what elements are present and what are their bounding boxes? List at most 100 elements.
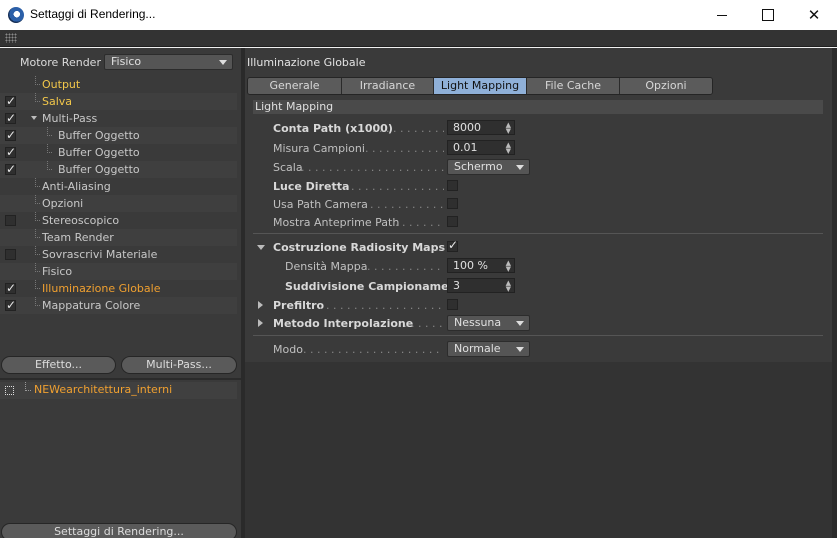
grip-icon[interactable]	[5, 33, 17, 43]
enable-checkbox[interactable]	[5, 93, 16, 110]
tab-opzioni[interactable]: Opzioni	[620, 78, 712, 94]
tree-item-buffer-oggetto[interactable]: Buffer Oggetto	[0, 144, 237, 161]
tree-line	[35, 212, 40, 221]
prefiltro-checkbox[interactable]	[447, 299, 458, 310]
effect-button[interactable]: Effetto...	[1, 356, 116, 374]
metodo-interpolazione-row: Metodo Interpolazione . . . . . . . . Ne…	[245, 315, 805, 332]
expand-triangle-icon[interactable]	[258, 301, 263, 309]
mostra-anteprime-row: Mostra Anteprime Path . . . . . . . .	[245, 214, 805, 231]
tree-line	[35, 93, 40, 102]
field-value: 8000	[453, 121, 481, 134]
param-label: Prefiltro	[273, 299, 325, 312]
close-button[interactable]: ✕	[791, 0, 837, 30]
tree-item-opzioni[interactable]: Opzioni	[0, 195, 237, 212]
dots: . . . .	[421, 241, 444, 254]
preset-icon	[5, 386, 14, 395]
panel-header-strip	[0, 30, 837, 47]
tree-item-illuminazione-globale[interactable]: Illuminazione Globale	[0, 280, 237, 297]
empty-area	[245, 362, 837, 538]
stepper-icon[interactable]: ▲ ▼	[506, 142, 511, 155]
tree-item-stereoscopico[interactable]: Stereoscopico	[0, 212, 237, 229]
luce-diretta-checkbox[interactable]	[447, 180, 458, 191]
group-title: Light Mapping	[253, 100, 823, 114]
tree-item-buffer-oggetto[interactable]: Buffer Oggetto	[0, 127, 237, 144]
dots: . . . . . . . . . . . . . .	[363, 198, 444, 211]
tree-item-label: Buffer Oggetto	[58, 146, 140, 159]
tree-line	[35, 195, 40, 204]
tree-item-sovrascrivi-materiale[interactable]: Sovrascrivi Materiale	[0, 246, 237, 263]
enable-checkbox[interactable]	[5, 215, 16, 226]
maximize-button[interactable]	[745, 0, 791, 30]
tree-line	[25, 382, 31, 391]
dots: . . . . . . . . . . . . . . . . . . . . …	[303, 343, 444, 356]
tree-item-mappatura-colore[interactable]: Mappatura Colore	[0, 297, 237, 314]
param-label: Misura Campioni	[273, 142, 365, 155]
misura-campioni-field[interactable]: 0.01 ▲ ▼	[447, 140, 515, 155]
modo-dropdown[interactable]: Normale	[447, 341, 530, 357]
tree-item-buffer-oggetto[interactable]: Buffer Oggetto	[0, 161, 237, 178]
tree-item-team-render[interactable]: Team Render	[0, 229, 237, 246]
dropdown-value: Normale	[454, 342, 501, 355]
tree-item-output[interactable]: Output	[0, 76, 237, 93]
enable-checkbox[interactable]	[5, 144, 16, 161]
conta-path-field[interactable]: 8000 ▲ ▼	[447, 120, 515, 135]
tab-light-mapping[interactable]: Light Mapping	[434, 78, 527, 94]
tree-item-label: Illuminazione Globale	[42, 282, 161, 295]
dots: . . . . . . . . . . . . .	[372, 122, 444, 135]
costruzione-radiosity-checkbox[interactable]	[447, 238, 458, 252]
param-label: Costruzione Radiosity Maps	[273, 241, 446, 254]
preset-row[interactable]: NEWearchitettura_interni	[0, 382, 237, 399]
enable-checkbox[interactable]	[5, 249, 16, 260]
render-engine-row: Motore Render Fisico	[0, 54, 241, 72]
usa-path-camera-row: Usa Path Camera . . . . . . . . . . . . …	[245, 196, 805, 213]
enable-checkbox[interactable]	[5, 280, 16, 297]
enable-checkbox[interactable]	[5, 161, 16, 178]
dots: . . . . . . . . . . . . . .	[367, 260, 444, 273]
scala-dropdown[interactable]: Schermo	[447, 159, 530, 175]
tree-line	[47, 144, 52, 153]
tree-line	[47, 161, 52, 170]
param-label: Densità Mappa	[285, 260, 368, 273]
tab-file-cache[interactable]: File Cache	[527, 78, 620, 94]
densita-mappa-field[interactable]: 100 % ▲ ▼	[447, 258, 515, 273]
expand-triangle-icon[interactable]	[31, 116, 37, 120]
scrollbar-track[interactable]	[832, 48, 837, 538]
tree-item-multi-pass[interactable]: Multi-Pass	[0, 110, 237, 127]
tree-item-label: Anti-Aliasing	[42, 180, 111, 193]
suddivisione-row: Suddivisione Campionamento 3 ▲ ▼	[245, 278, 805, 295]
dots: . . . . . . . . . . . . . . . . . . . . …	[301, 161, 444, 174]
enable-checkbox[interactable]	[5, 297, 16, 314]
misura-campioni-row: Misura Campioni . . . . . . . . . . . . …	[245, 140, 805, 157]
stepper-icon[interactable]: ▲ ▼	[506, 122, 511, 135]
tree-line	[47, 127, 52, 136]
tree-line	[35, 263, 40, 272]
usa-path-camera-checkbox[interactable]	[447, 198, 458, 209]
minimize-button[interactable]	[699, 0, 745, 30]
render-settings-button[interactable]: Settaggi di Rendering...	[1, 523, 237, 538]
tree-line	[35, 297, 40, 306]
param-label: Mostra Anteprime Path	[273, 216, 400, 229]
mostra-anteprime-checkbox[interactable]	[447, 216, 458, 227]
divider	[253, 335, 823, 336]
tree-item-fisico[interactable]: Fisico	[0, 263, 237, 280]
metodo-interpolazione-dropdown[interactable]: Nessuna	[447, 315, 530, 331]
expand-triangle-icon[interactable]	[258, 319, 263, 327]
suddivisione-field[interactable]: 3 ▲ ▼	[447, 278, 515, 293]
render-engine-value: Fisico	[111, 55, 142, 68]
collapse-triangle-icon[interactable]	[257, 245, 265, 250]
stepper-icon[interactable]: ▲ ▼	[506, 280, 511, 293]
stepper-icon[interactable]: ▲ ▼	[506, 260, 511, 273]
tab-generale[interactable]: Generale	[248, 78, 342, 94]
cinema4d-app-icon	[8, 7, 24, 23]
enable-checkbox[interactable]	[5, 110, 16, 127]
enable-checkbox[interactable]	[5, 127, 16, 144]
luce-diretta-row: Luce Diretta . . . . . . . . . . . . . .…	[245, 178, 805, 195]
dropdown-value: Schermo	[454, 160, 503, 173]
dots: . . . . . . . . . . . . . .	[365, 142, 444, 155]
tab-irradiance-cache[interactable]: Irradiance Cache	[342, 78, 434, 94]
render-engine-dropdown[interactable]: Fisico	[104, 54, 233, 70]
tree-item-anti-aliasing[interactable]: Anti-Aliasing	[0, 178, 237, 195]
tree-item-salva[interactable]: Salva	[0, 93, 237, 110]
multipass-button[interactable]: Multi-Pass...	[121, 356, 237, 374]
conta-path-row: Conta Path (x1000) . . . . . . . . . . .…	[245, 120, 805, 137]
